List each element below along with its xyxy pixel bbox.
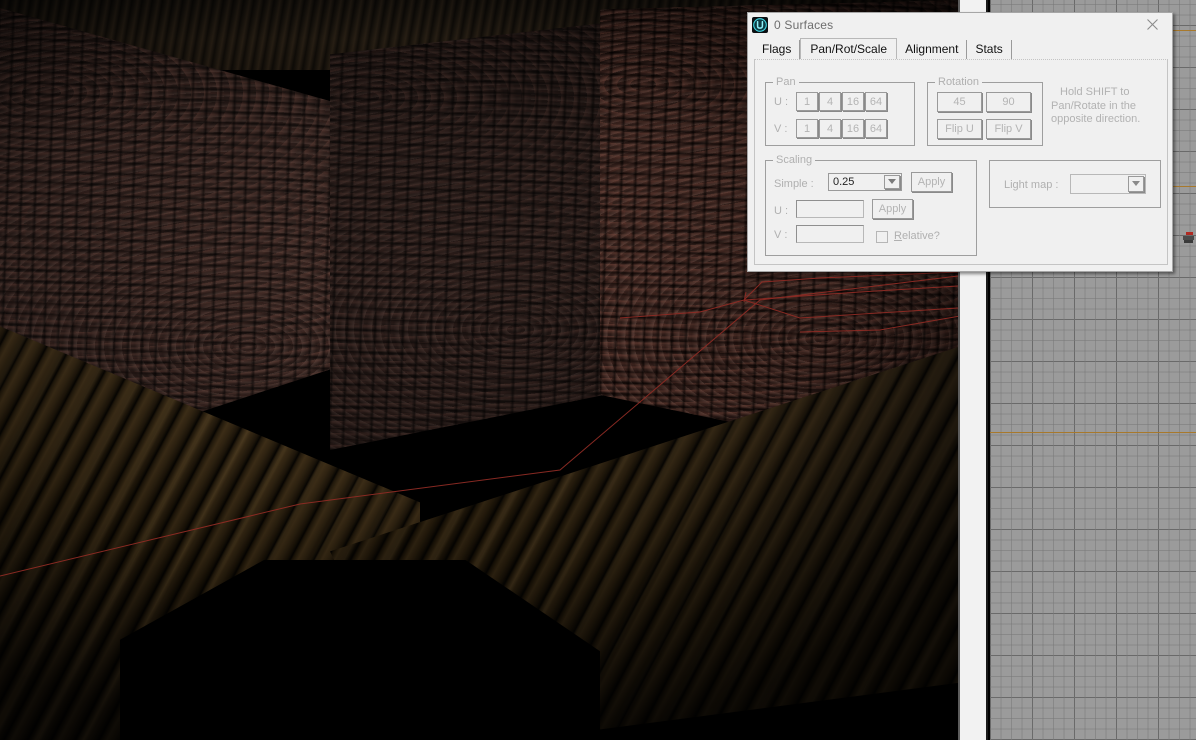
- pan-group: Pan U : 1 4 16 64 V : 1 4 16 64: [765, 76, 915, 146]
- brick-wall-back: [330, 20, 630, 450]
- tab-pan-rot-scale[interactable]: Pan/Rot/Scale: [800, 38, 898, 61]
- chevron-down-icon[interactable]: [884, 175, 900, 189]
- pan-u-1[interactable]: 1: [796, 92, 818, 111]
- flip-v-button[interactable]: Flip V: [986, 119, 1031, 139]
- relative-checkbox-label: Relative?: [894, 230, 940, 242]
- rotate-90-button[interactable]: 90: [986, 92, 1031, 112]
- shift-hint-text: Hold SHIFT to Pan/Rotate in the opposite…: [1051, 86, 1163, 127]
- pan-u-64[interactable]: 64: [865, 92, 887, 111]
- shift-hint-line-2: Pan/Rotate in the: [1051, 99, 1137, 112]
- scaling-u-label: U :: [774, 205, 789, 217]
- tabpage-pan-rot-scale: Pan U : 1 4 16 64 V : 1 4 16 64 Rotation…: [754, 59, 1168, 265]
- relative-checkbox[interactable]: [876, 231, 888, 243]
- scaling-group-label: Scaling: [773, 154, 816, 166]
- pan-u-4[interactable]: 4: [819, 92, 841, 111]
- actor-marker-icon[interactable]: [1183, 232, 1194, 244]
- dialog-titlebar[interactable]: 0 Surfaces: [748, 13, 1172, 36]
- pan-u-16[interactable]: 16: [842, 92, 864, 111]
- shift-hint-line-3: opposite direction.: [1051, 113, 1141, 125]
- tab-alignment[interactable]: Alignment: [897, 40, 968, 60]
- tab-flags[interactable]: Flags: [754, 40, 801, 60]
- rotation-group-label: Rotation: [935, 76, 982, 88]
- pan-group-label: Pan: [773, 76, 799, 88]
- pan-v-4[interactable]: 4: [819, 119, 841, 138]
- scaling-simple-apply-button[interactable]: Apply: [911, 172, 952, 192]
- pan-v-64[interactable]: 64: [865, 119, 887, 138]
- pan-v-16[interactable]: 16: [842, 119, 864, 138]
- lightmap-label: Light map :: [1004, 179, 1059, 191]
- tab-stats[interactable]: Stats: [967, 40, 1012, 60]
- scaling-v-label: V :: [774, 229, 788, 241]
- surface-properties-dialog[interactable]: 0 Surfaces Flags Pan/Rot/Scale Alignment…: [747, 12, 1173, 272]
- shift-hint-line-1: Hold SHIFT to: [1060, 86, 1130, 98]
- scaling-u-input[interactable]: [796, 200, 864, 218]
- pan-v-1[interactable]: 1: [796, 119, 818, 138]
- close-icon[interactable]: [1138, 15, 1166, 34]
- scaling-v-input[interactable]: [796, 225, 864, 243]
- relative-accel: R: [894, 230, 902, 242]
- chevron-down-icon[interactable]: [1128, 176, 1144, 192]
- rotate-45-button[interactable]: 45: [937, 92, 982, 112]
- pan-u-label: U :: [774, 96, 789, 108]
- lightmap-dropdown[interactable]: [1070, 174, 1146, 194]
- lightmap-group: Light map :: [989, 160, 1161, 208]
- scaling-simple-label: Simple :: [774, 178, 814, 190]
- scaling-uv-apply-button[interactable]: Apply: [872, 199, 913, 219]
- rotation-group: Rotation 45 90 Flip U Flip V: [927, 76, 1043, 146]
- pan-v-label: V :: [774, 123, 788, 135]
- scaling-simple-dropdown[interactable]: 0.25: [828, 173, 902, 191]
- grid-axis-line: [990, 432, 1196, 433]
- scaling-group: Scaling Simple : 0.25 Apply U : Apply V …: [765, 154, 977, 256]
- app-root: 0 Surfaces Flags Pan/Rot/Scale Alignment…: [0, 0, 1196, 740]
- flip-u-button[interactable]: Flip U: [937, 119, 982, 139]
- relative-rest: elative?: [901, 230, 940, 242]
- dialog-title: 0 Surfaces: [774, 17, 834, 32]
- unreal-editor-icon: [752, 16, 768, 33]
- scaling-simple-value: 0.25: [833, 176, 855, 188]
- dialog-tabstrip[interactable]: Flags Pan/Rot/Scale Alignment Stats: [754, 38, 1172, 61]
